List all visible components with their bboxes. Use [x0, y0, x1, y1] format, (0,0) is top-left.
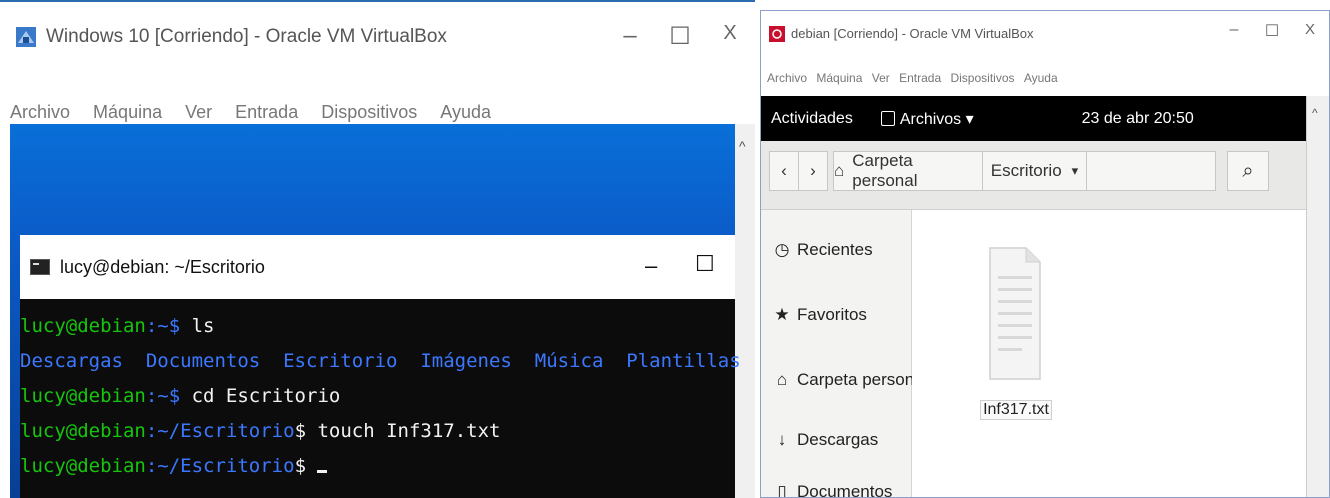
terminal-minimize-button[interactable]: –	[645, 253, 657, 279]
chevron-down-icon: ▾	[1071, 163, 1079, 178]
menu-ayuda[interactable]: Ayuda	[1024, 71, 1058, 85]
menu-maquina[interactable]: Máquina	[816, 71, 862, 85]
menu-dispositivos[interactable]: Dispositivos	[321, 102, 417, 122]
home-icon: ⌂	[776, 370, 788, 389]
terminal-line: lucy@debian:~/Escritorio$ touch Inf317.t…	[20, 420, 501, 442]
windows10-vm-window[interactable]: Windows 10 [Corriendo] - Oracle VM Virtu…	[0, 0, 755, 498]
maximize-button[interactable]: ☐	[655, 22, 705, 51]
close-button[interactable]: X	[705, 22, 755, 51]
menu-entrada[interactable]: Entrada	[899, 71, 941, 85]
path-home-button[interactable]: ⌂ Carpeta personal	[833, 151, 983, 191]
menubar: Archivo Máquina Ver Entrada Dispositivos…	[0, 102, 755, 123]
chevron-right-icon: ›	[810, 161, 816, 180]
terminal-icon	[30, 259, 50, 275]
menu-archivo[interactable]: Archivo	[767, 71, 807, 85]
debian-vm-icon	[769, 25, 785, 42]
minimize-button[interactable]: –	[605, 22, 655, 51]
file-manager-header: ‹ › ⌂ Carpeta personal Escritorio ▾ ⌕	[761, 141, 1306, 210]
clock-icon: ◷	[774, 240, 790, 259]
sidebar-item-carpeta-personal[interactable]: ⌂ Carpeta personal	[773, 370, 928, 390]
path-home-label: Carpeta personal	[852, 151, 918, 190]
sidebar-item-documentos[interactable]: ▯ Documentos	[773, 482, 893, 498]
path-current-label: Escritorio	[990, 161, 1062, 180]
virtualbox-icon	[14, 25, 38, 49]
sidebar-item-label: Descargas	[797, 430, 879, 449]
path-current-button[interactable]: Escritorio ▾	[982, 151, 1087, 191]
app-menu[interactable]: Archivos ▾	[900, 109, 974, 129]
terminal-line: lucy@debian:~/Escritorio$	[20, 449, 735, 484]
sidebar-item-label: Recientes	[797, 240, 873, 259]
file-name: Inf317.txt	[980, 400, 1052, 420]
clock[interactable]: 23 de abr 20:50	[1082, 110, 1194, 128]
star-icon: ★	[774, 305, 790, 324]
places-sidebar: ◷ Recientes ★ Favoritos ⌂ Carpeta personal …	[761, 210, 927, 498]
window-title: debian [Corriendo] - Oracle VM VirtualBo…	[791, 26, 1034, 41]
path-bar-empty[interactable]	[1086, 151, 1216, 191]
maximize-button[interactable]: ☐	[1253, 21, 1291, 41]
terminal-maximize-button[interactable]: ☐	[695, 251, 715, 277]
close-button[interactable]: X	[1291, 21, 1329, 41]
forward-button[interactable]: ›	[798, 151, 828, 191]
menu-ayuda[interactable]: Ayuda	[440, 102, 491, 122]
window-title: Windows 10 [Corriendo] - Oracle VM Virtu…	[46, 26, 447, 47]
text-file-icon	[988, 246, 1042, 381]
sidebar-item-descargas[interactable]: ↓ Descargas	[773, 430, 879, 450]
file-view[interactable]: Inf317.txt	[912, 210, 1306, 497]
download-icon: ↓	[777, 430, 787, 449]
menu-ver[interactable]: Ver	[872, 71, 890, 85]
back-button[interactable]: ‹	[769, 151, 799, 191]
menu-entrada[interactable]: Entrada	[235, 102, 298, 122]
activities-button[interactable]: Actividades	[771, 110, 853, 128]
files-app-icon	[880, 111, 895, 126]
menu-ver[interactable]: Ver	[185, 102, 212, 122]
menu-maquina[interactable]: Máquina	[93, 102, 162, 122]
menu-dispositivos[interactable]: Dispositivos	[950, 71, 1014, 85]
sidebar-item-label: Favoritos	[797, 305, 867, 324]
scroll-up-icon[interactable]: ^	[739, 138, 746, 154]
terminal-output[interactable]: lucy@debian:~$ ls Descargas Documentos Es…	[20, 309, 741, 484]
sidebar-item-label: Documentos	[797, 482, 893, 498]
sidebar-item-label: Carpeta personal	[797, 370, 928, 389]
terminal-title: lucy@debian: ~/Escritorio	[60, 256, 265, 277]
sidebar-item-recientes[interactable]: ◷ Recientes	[773, 240, 873, 260]
terminal-titlebar[interactable]: lucy@debian: ~/Escritorio – ☐	[20, 235, 735, 299]
chevron-left-icon: ‹	[781, 161, 787, 180]
gnome-top-bar: Actividades Archivos ▾ 23 de abr 20:50	[761, 96, 1306, 141]
menubar: Archivo Máquina Ver Entrada Dispositivos…	[761, 71, 1329, 85]
documents-icon: ▯	[777, 482, 787, 498]
scrollbar[interactable]: ^	[1306, 96, 1329, 497]
menu-archivo[interactable]: Archivo	[10, 102, 70, 122]
terminal-line: lucy@debian:~$ cd Escritorio	[20, 385, 341, 407]
minimize-button[interactable]: –	[1215, 21, 1253, 41]
search-icon: ⌕	[1242, 159, 1254, 182]
text-cursor	[317, 470, 328, 473]
sidebar-item-favoritos[interactable]: ★ Favoritos	[773, 305, 867, 325]
terminal-line: lucy@debian:~$ ls	[20, 315, 215, 337]
search-button[interactable]: ⌕	[1227, 151, 1269, 191]
home-icon: ⌂	[834, 161, 845, 180]
debian-vm-window[interactable]: debian [Corriendo] - Oracle VM VirtualBo…	[760, 10, 1330, 498]
terminal-window[interactable]: lucy@debian: ~/Escritorio – ☐ lucy@debia…	[20, 235, 741, 498]
scrollbar[interactable]: ^	[735, 124, 755, 498]
terminal-line: Descargas Documentos Escritorio Imágenes…	[20, 350, 741, 372]
scroll-up-icon[interactable]: ^	[1312, 106, 1318, 120]
